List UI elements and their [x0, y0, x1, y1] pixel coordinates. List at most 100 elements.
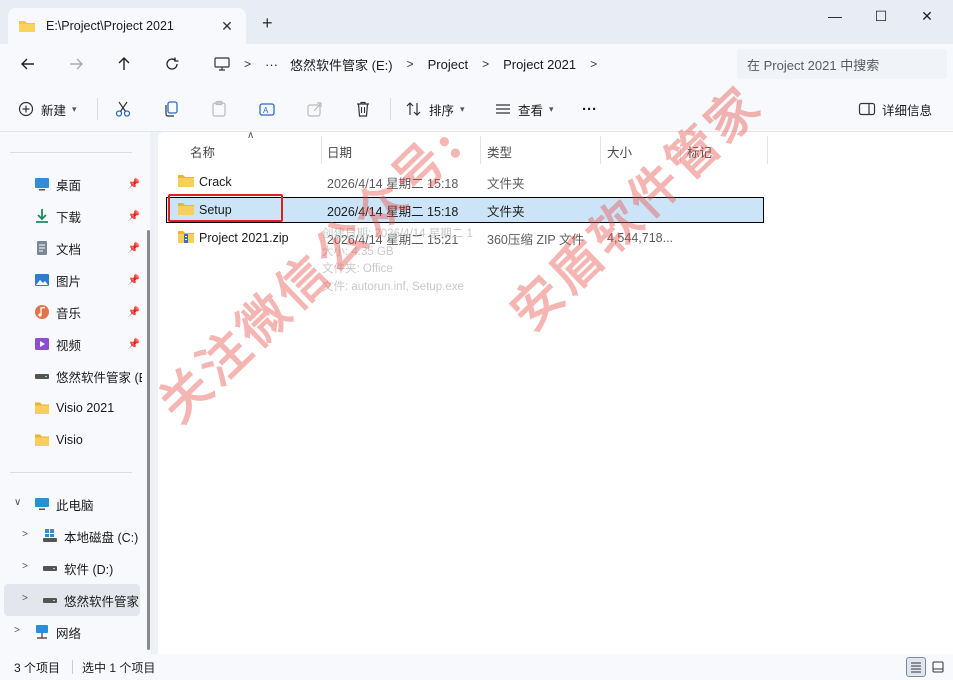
sidebar-item-this-pc[interactable]: 此电脑 — [34, 490, 140, 518]
chevron-right-icon: > — [244, 57, 252, 71]
up-button[interactable] — [110, 52, 138, 76]
file-date: 2026/4/14 星期二 15:18 — [327, 176, 459, 191]
share-icon — [307, 102, 322, 117]
column-divider[interactable] — [321, 136, 322, 164]
address-box[interactable]: > ··· 悠然软件管家 (E:) > Project > Project 20… — [204, 49, 729, 79]
column-divider[interactable] — [480, 136, 481, 164]
view-icon — [496, 104, 510, 114]
more-options-button[interactable]: ··· — [582, 96, 597, 122]
paste-button[interactable] — [210, 96, 228, 122]
sidebar-item-desktop[interactable]: 桌面 📌 — [34, 170, 140, 198]
sidebar-item-network[interactable]: 网络 — [34, 618, 140, 646]
folder-icon — [178, 175, 194, 187]
chevron-down-icon: ▾ — [460, 103, 465, 114]
copy-button[interactable] — [162, 96, 180, 122]
forward-button[interactable] — [62, 52, 90, 76]
maximize-button[interactable]: ☐ — [858, 0, 904, 32]
rename-button[interactable]: A — [258, 96, 276, 122]
minimize-button[interactable]: — — [812, 0, 858, 32]
windows-drive-icon — [43, 529, 57, 542]
explorer-tab[interactable]: E:\Project\Project 2021 ✕ — [8, 8, 246, 44]
new-button[interactable]: 新建 ▾ — [18, 96, 77, 122]
sidebar-item-label: 悠然软件管家 (E — [56, 370, 142, 385]
title-bar: E:\Project\Project 2021 ✕ + — ☐ ✕ — [0, 0, 953, 44]
minimize-icon: — — [828, 8, 842, 24]
back-button[interactable] — [14, 52, 42, 76]
sidebar-item-label: 本地磁盘 (C:) — [64, 530, 139, 545]
column-divider[interactable] — [600, 136, 601, 164]
chevron-right-icon[interactable]: > — [22, 529, 28, 540]
share-button[interactable] — [306, 96, 324, 122]
sidebar-item-label: 软件 (D:) — [64, 562, 114, 577]
pin-icon: 📌 — [127, 306, 140, 318]
status-bar: 3 个项目 选中 1 个项目 — [0, 654, 953, 680]
column-header-date[interactable]: 日期 — [327, 138, 352, 164]
pictures-icon — [35, 274, 49, 286]
sidebar-item-label: 桌面 — [56, 178, 82, 193]
file-row-crack[interactable]: Crack 2026/4/14 星期二 15:18 文件夹 — [166, 169, 764, 195]
chevron-right-icon[interactable]: > — [407, 57, 414, 71]
network-icon — [36, 625, 48, 639]
search-input[interactable]: 在 Project 2021 中搜索 — [737, 49, 947, 79]
column-header-name[interactable]: 名称 — [190, 138, 215, 164]
sidebar-item-visio-2021[interactable]: Visio 2021 — [34, 394, 140, 422]
column-divider[interactable] — [767, 136, 768, 164]
column-divider[interactable] — [680, 136, 681, 164]
file-date: 2026/4/14 星期二 15:18 — [327, 204, 459, 219]
column-header-type[interactable]: 类型 — [487, 138, 512, 164]
drive-icon — [43, 566, 57, 571]
chevron-right-icon[interactable]: > — [14, 625, 20, 636]
chevron-right-icon[interactable]: > — [590, 57, 597, 71]
column-header-tags[interactable]: 标记 — [687, 138, 712, 164]
sidebar-divider — [10, 152, 132, 153]
selected-count: 选中 1 个项目 — [82, 660, 156, 675]
computer-icon — [35, 498, 49, 510]
sidebar-divider — [10, 472, 132, 473]
pin-icon: 📌 — [127, 242, 140, 254]
view-button[interactable]: 查看 ▾ — [494, 96, 554, 122]
sidebar-item-documents[interactable]: 文档 📌 — [34, 234, 140, 262]
sidebar-item-downloads[interactable]: 下载 📌 — [34, 202, 140, 230]
sidebar-item-visio[interactable]: Visio — [34, 426, 140, 454]
sidebar-item-drive-e[interactable]: 悠然软件管家 (E — [34, 362, 142, 390]
new-tab-button[interactable]: + — [262, 13, 273, 34]
chevron-right-icon[interactable]: > — [482, 57, 489, 71]
view-label: 查看 — [518, 103, 544, 118]
tiles-view-button[interactable] — [928, 657, 948, 677]
zip-icon — [178, 231, 194, 243]
tooltip-created: 创建日期: 2026/4/14 星期二 1 — [322, 228, 473, 240]
arrow-right-icon — [70, 58, 83, 70]
svg-text:A: A — [263, 106, 269, 115]
scissors-icon — [115, 101, 131, 117]
details-view-button[interactable] — [906, 657, 926, 677]
tab-close-icon[interactable]: ✕ — [218, 18, 236, 35]
breadcrumb-more[interactable]: ··· — [265, 57, 278, 72]
chevron-right-icon[interactable]: > — [22, 593, 28, 604]
refresh-button[interactable] — [158, 52, 186, 76]
breadcrumb-project-2021[interactable]: Project 2021 — [503, 57, 576, 72]
sidebar-item-label: 音乐 — [56, 306, 82, 321]
breadcrumb-drive[interactable]: 悠然软件管家 (E:) — [290, 55, 393, 74]
sidebar-item-drive-d[interactable]: 软件 (D:) — [42, 554, 140, 582]
thumbnail-view-icon — [932, 661, 944, 673]
sidebar-item-music[interactable]: 音乐 📌 — [34, 298, 140, 326]
cut-button[interactable] — [114, 96, 132, 122]
sort-icon — [406, 102, 421, 116]
sidebar-item-videos[interactable]: 视频 📌 — [34, 330, 140, 358]
chevron-down-icon[interactable]: ∨ — [14, 497, 21, 508]
delete-button[interactable] — [354, 96, 372, 122]
list-view-icon — [911, 662, 921, 673]
sidebar-scrollbar[interactable] — [147, 230, 150, 650]
close-window-button[interactable]: ✕ — [904, 0, 950, 32]
file-type: 文件夹 — [487, 176, 525, 191]
sidebar-item-drive-c[interactable]: 本地磁盘 (C:) — [42, 522, 140, 550]
column-header-size[interactable]: 大小 — [607, 138, 632, 164]
sort-button[interactable]: 排序 ▾ — [405, 96, 465, 122]
breadcrumb-project[interactable]: Project — [428, 57, 468, 72]
details-pane-button[interactable]: 详细信息 — [858, 96, 932, 122]
sidebar-item-drive-e-pc[interactable]: 悠然软件管家 — [42, 586, 140, 614]
sidebar-item-pictures[interactable]: 图片 📌 — [34, 266, 140, 294]
chevron-right-icon[interactable]: > — [22, 561, 28, 572]
toolbar-divider — [390, 98, 391, 120]
address-bar: > ··· 悠然软件管家 (E:) > Project > Project 20… — [0, 44, 953, 84]
